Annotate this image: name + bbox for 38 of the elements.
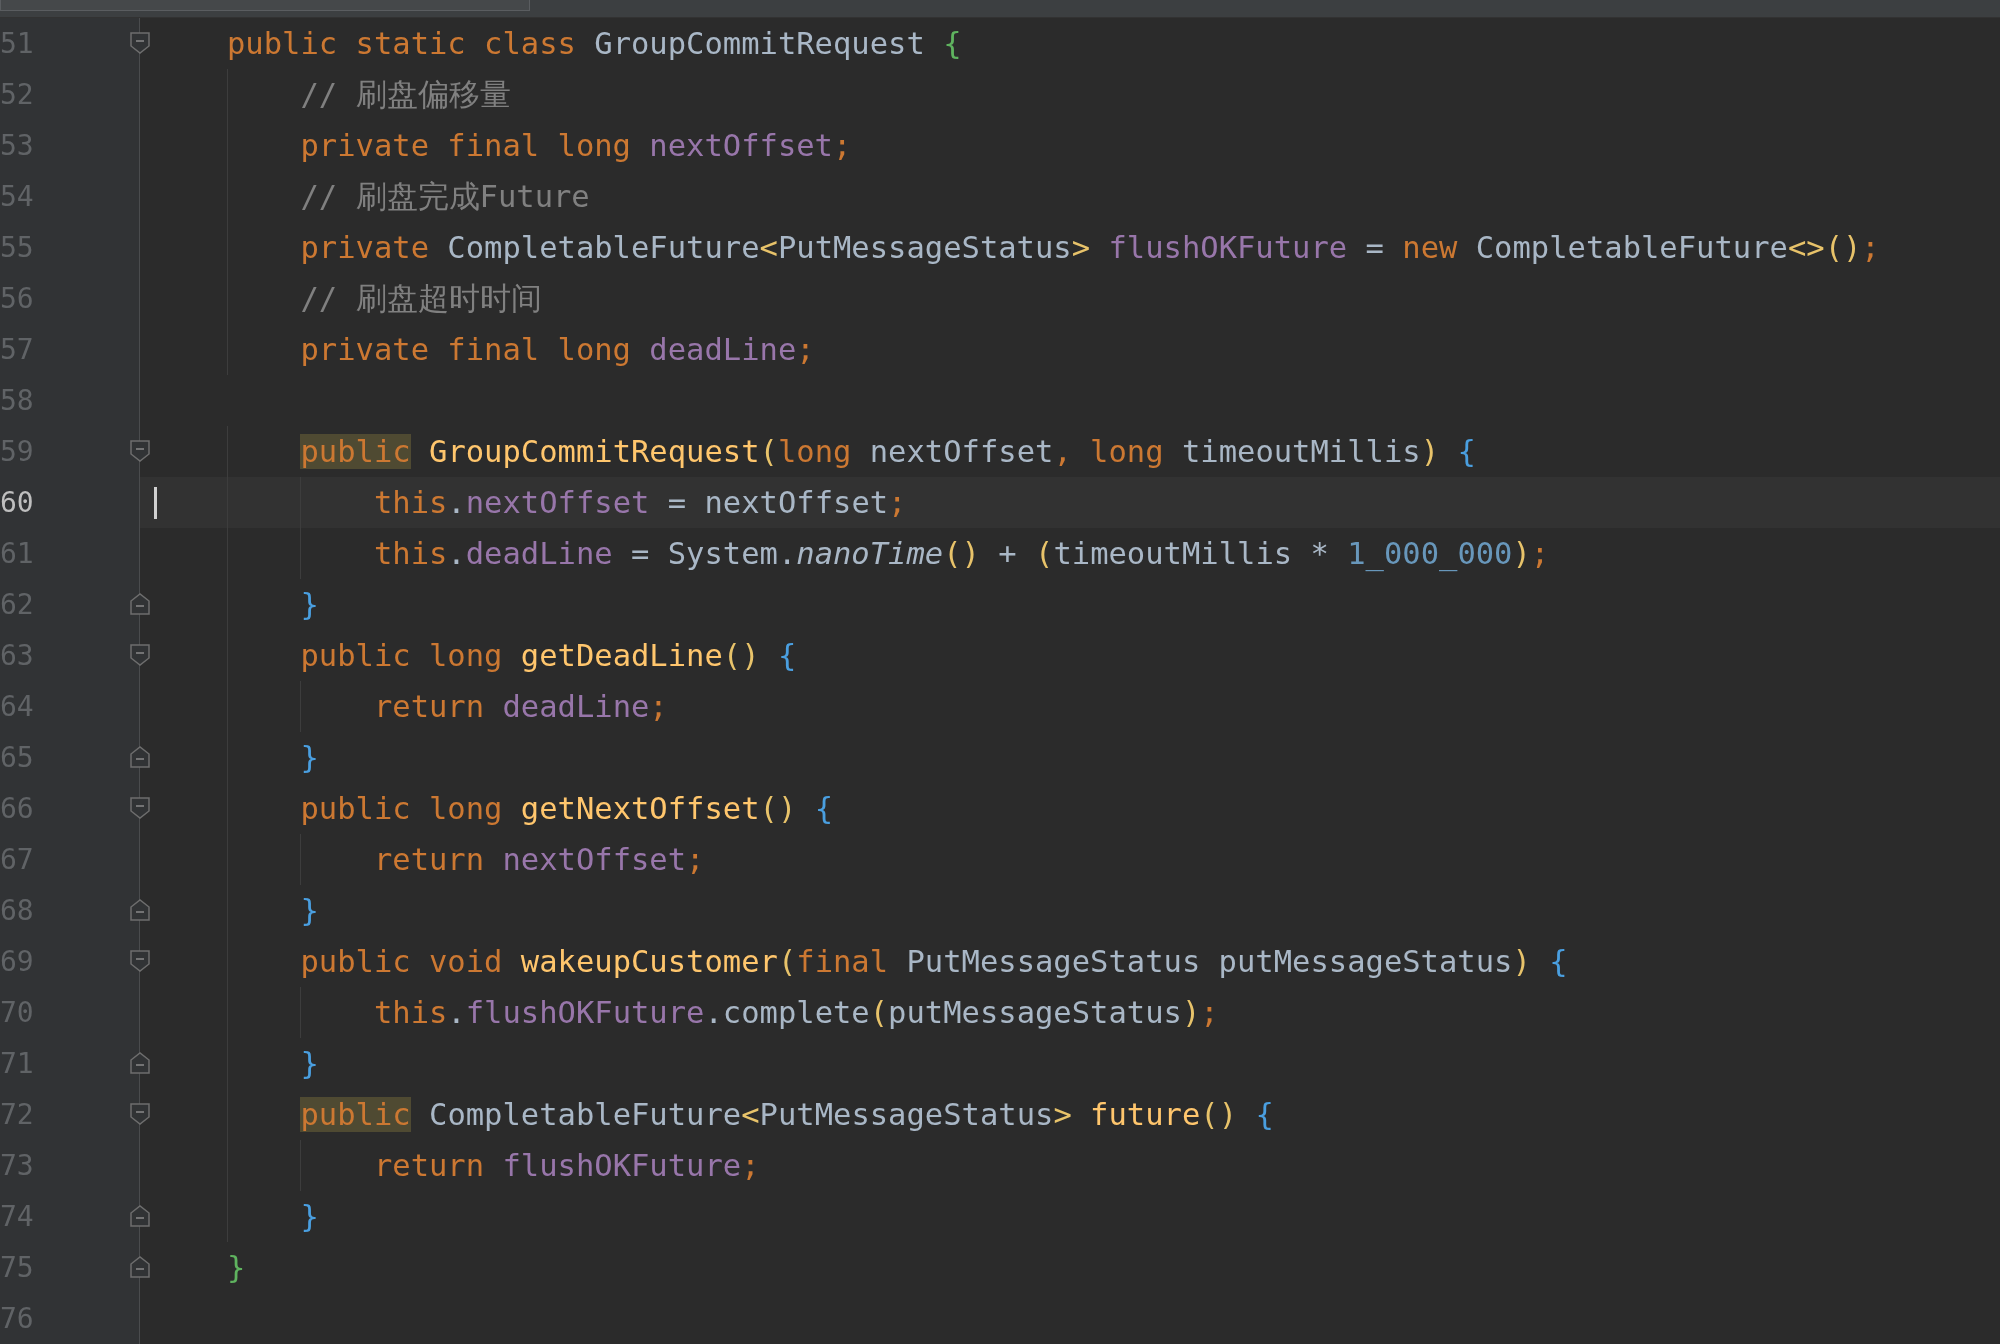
code-line: }	[227, 1038, 319, 1089]
code-line: private final long nextOffset;	[227, 120, 852, 171]
fold-marker-icon[interactable]	[129, 949, 151, 973]
fold-marker-icon[interactable]	[129, 745, 151, 769]
code-line: // 刷盘偏移量	[227, 69, 511, 120]
code-line: public void wakeupCustomer(final PutMessageStatus putMessageStatus) {	[227, 936, 1568, 987]
code-line: private final long deadLine;	[227, 324, 815, 375]
code-line: this.flushOKFuture.complete(putMessageStatus);	[227, 987, 1219, 1038]
code-line: }	[227, 732, 319, 783]
code-line: }	[227, 1191, 319, 1242]
code-line: public GroupCommitRequest(long nextOffset, long timeoutMillis) {	[227, 426, 1476, 477]
fold-marker-icon[interactable]	[129, 1102, 151, 1126]
code-line: public CompletableFuture<PutMessageStatus> future() {	[227, 1089, 1274, 1140]
fold-marker-icon[interactable]	[129, 592, 151, 616]
code-line: }	[227, 1249, 246, 1287]
code-line: this.nextOffset = nextOffset;	[227, 477, 907, 528]
code-line: }	[227, 885, 319, 936]
fold-marker-icon[interactable]	[129, 1051, 151, 1075]
code-line: // 刷盘超时时间	[227, 273, 542, 324]
fold-marker-icon[interactable]	[129, 1204, 151, 1228]
code-line: return deadLine;	[227, 681, 668, 732]
code-line: return flushOKFuture;	[227, 1140, 760, 1191]
fold-marker-icon[interactable]	[129, 1255, 151, 1279]
code-line: // 刷盘完成Future	[227, 171, 590, 222]
code-line: return nextOffset;	[227, 834, 705, 885]
fold-marker-icon[interactable]	[129, 796, 151, 820]
fold-marker-icon[interactable]	[129, 439, 151, 463]
code-line: public static class GroupCommitRequest {	[227, 25, 962, 63]
code-line: private CompletableFuture<PutMessageStatus> flushOKFuture = new CompletableFuture<>();	[227, 222, 1880, 273]
code-line: public long getNextOffset() {	[227, 783, 833, 834]
line-number: 60	[0, 486, 34, 519]
text-cursor	[154, 486, 157, 519]
code-line: }	[227, 579, 319, 630]
fold-marker-icon[interactable]	[129, 31, 151, 55]
fold-marker-icon[interactable]	[129, 643, 151, 667]
fold-marker-icon[interactable]	[129, 898, 151, 922]
code-line: public long getDeadLine() {	[227, 630, 797, 681]
code-line: this.deadLine = System.nanoTime() + (timeoutMillis * 1_000_000);	[227, 528, 1550, 579]
